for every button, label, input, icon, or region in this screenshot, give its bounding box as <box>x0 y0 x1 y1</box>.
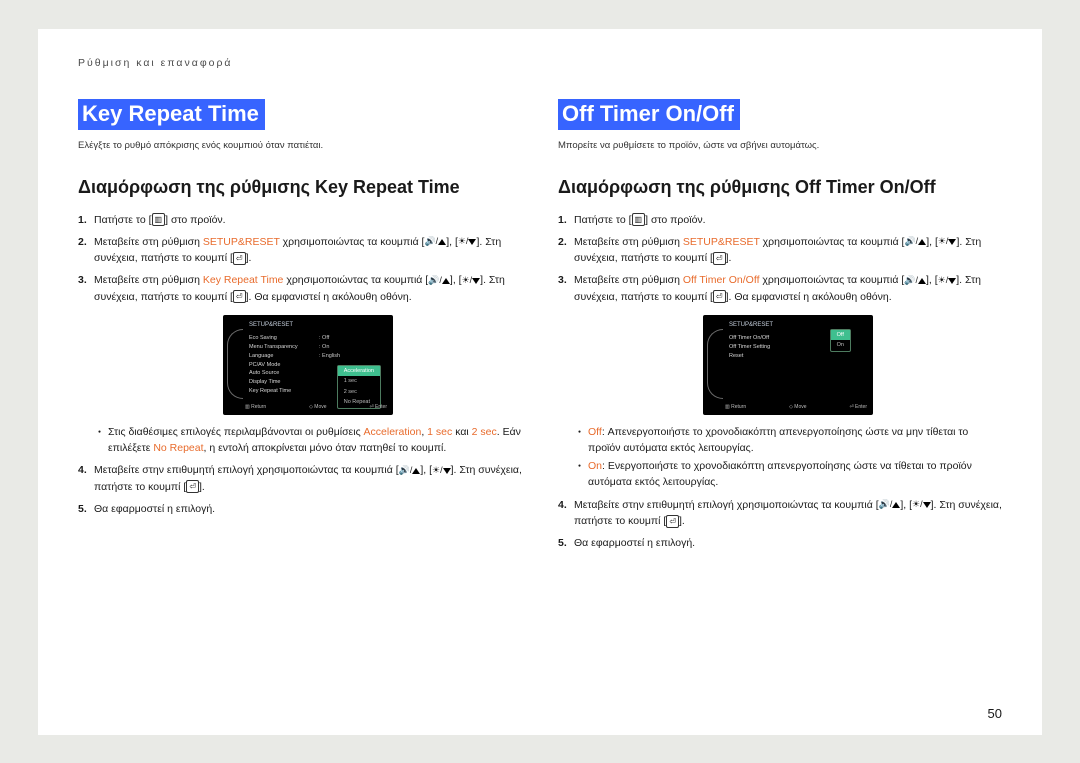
columns: Key Repeat Time Ελέγξτε το ρυθμό απόκρισ… <box>78 99 1002 558</box>
step: Μεταβείτε στη ρύθμιση SETUP&RESET χρησιμ… <box>78 234 522 267</box>
link-off-timer: Off Timer On/Off <box>683 274 760 286</box>
down-icon <box>443 468 451 474</box>
steps-list: Πατήστε το [▥] στο προϊόν. Μεταβείτε στη… <box>78 212 522 518</box>
enter-icon: ⏎ <box>233 252 246 265</box>
steps-list: Πατήστε το [▥] στο προϊόν. Μεταβείτε στη… <box>558 212 1002 552</box>
enter-icon: ⏎ <box>233 290 246 303</box>
section-desc: Μπορείτε να ρυθμίσετε το προϊόν, ώστε να… <box>558 140 1002 151</box>
enter-icon: ⏎ <box>666 515 679 528</box>
enter-icon: ⏎ <box>186 480 199 493</box>
enter-icon: ⏎ <box>713 252 726 265</box>
vol-up-icon: 🔊/ <box>904 235 918 249</box>
section-title-right: Off Timer On/Off <box>558 99 740 130</box>
vol-up-icon: 🔊/ <box>904 274 918 288</box>
bullet: On: Ενεργοποιήστε το χρονοδιακόπτη απενε… <box>578 459 1002 491</box>
step: Μεταβείτε στην επιθυμητή επιλογή χρησιμο… <box>78 462 522 495</box>
link-key-repeat: Key Repeat Time <box>203 274 284 286</box>
osd-header: SETUP&RESET <box>249 321 385 330</box>
bright-icon: ☀/ <box>938 235 949 249</box>
step: Μεταβείτε στη ρύθμιση Off Timer On/Off χ… <box>558 272 1002 491</box>
osd-dropdown: Off On <box>830 329 851 352</box>
osd-footer: ▥ Return ◇ Move ⏎ Enter <box>725 404 867 412</box>
section-title-left: Key Repeat Time <box>78 99 265 130</box>
down-icon <box>923 502 931 508</box>
menu-icon: ▥ <box>152 213 166 226</box>
up-icon <box>918 278 926 284</box>
bright-icon: ☀/ <box>938 274 949 288</box>
up-icon <box>442 278 450 284</box>
vol-up-icon: 🔊/ <box>879 498 893 512</box>
bullet: Off: Απενεργοποιήστε το χρονοδιακόπτη απ… <box>578 425 1002 457</box>
section-desc: Ελέγξτε το ρυθμό απόκρισης ενός κουμπιού… <box>78 140 522 151</box>
left-column: Key Repeat Time Ελέγξτε το ρυθμό απόκρισ… <box>78 99 522 558</box>
up-icon <box>438 239 446 245</box>
step: Πατήστε το [▥] στο προϊόν. <box>78 212 522 228</box>
osd-screenshot: SETUP&RESET Off Timer On/Off Off Timer S… <box>703 315 873 415</box>
bright-icon: ☀/ <box>912 498 923 512</box>
osd-arc <box>227 329 243 399</box>
vol-up-icon: 🔊/ <box>399 464 413 478</box>
right-column: Off Timer On/Off Μπορείτε να ρυθμίσετε τ… <box>558 99 1002 558</box>
menu-icon: ▥ <box>632 213 646 226</box>
manual-page: Ρύθμιση και επαναφορά Key Repeat Time Ελ… <box>38 29 1042 735</box>
osd-screenshot: SETUP&RESET Eco Saving: Off Menu Transpa… <box>223 315 393 415</box>
enter-icon: ⏎ <box>713 290 726 303</box>
bright-icon: ☀/ <box>458 235 469 249</box>
sub-bullets: Off: Απενεργοποιήστε το χρονοδιακόπτη απ… <box>578 425 1002 491</box>
breadcrumb: Ρύθμιση και επαναφορά <box>78 57 1002 69</box>
step: Μεταβείτε στη ρύθμιση Key Repeat Time χρ… <box>78 272 522 456</box>
bright-icon: ☀/ <box>432 464 443 478</box>
bullet: Στις διαθέσιμες επιλογές περιλαμβάνονται… <box>98 425 522 457</box>
osd-arc <box>707 329 723 399</box>
step: Μεταβείτε στην επιθυμητή επιλογή χρησιμο… <box>558 497 1002 530</box>
link-setup-reset: SETUP&RESET <box>683 236 760 248</box>
step: Θα εφαρμοστεί η επιλογή. <box>78 501 522 517</box>
up-icon <box>918 239 926 245</box>
page-number: 50 <box>988 706 1002 721</box>
step: Πατήστε το [▥] στο προϊόν. <box>558 212 1002 228</box>
bright-icon: ☀/ <box>462 274 473 288</box>
osd-dropdown: Acceleration 1 sec 2 sec No Repeat <box>337 365 381 409</box>
down-icon <box>472 278 480 284</box>
step: Θα εφαρμοστεί η επιλογή. <box>558 535 1002 551</box>
subtitle: Διαμόρφωση της ρύθμισης Key Repeat Time <box>78 177 522 198</box>
vol-up-icon: 🔊/ <box>424 235 438 249</box>
vol-up-icon: 🔊/ <box>428 274 442 288</box>
step: Μεταβείτε στη ρύθμιση SETUP&RESET χρησιμ… <box>558 234 1002 267</box>
subtitle: Διαμόρφωση της ρύθμισης Off Timer On/Off <box>558 177 1002 198</box>
osd-footer: ▥ Return ◇ Move ⏎ Enter <box>245 404 387 412</box>
link-setup-reset: SETUP&RESET <box>203 236 280 248</box>
sub-bullets: Στις διαθέσιμες επιλογές περιλαμβάνονται… <box>98 425 522 457</box>
